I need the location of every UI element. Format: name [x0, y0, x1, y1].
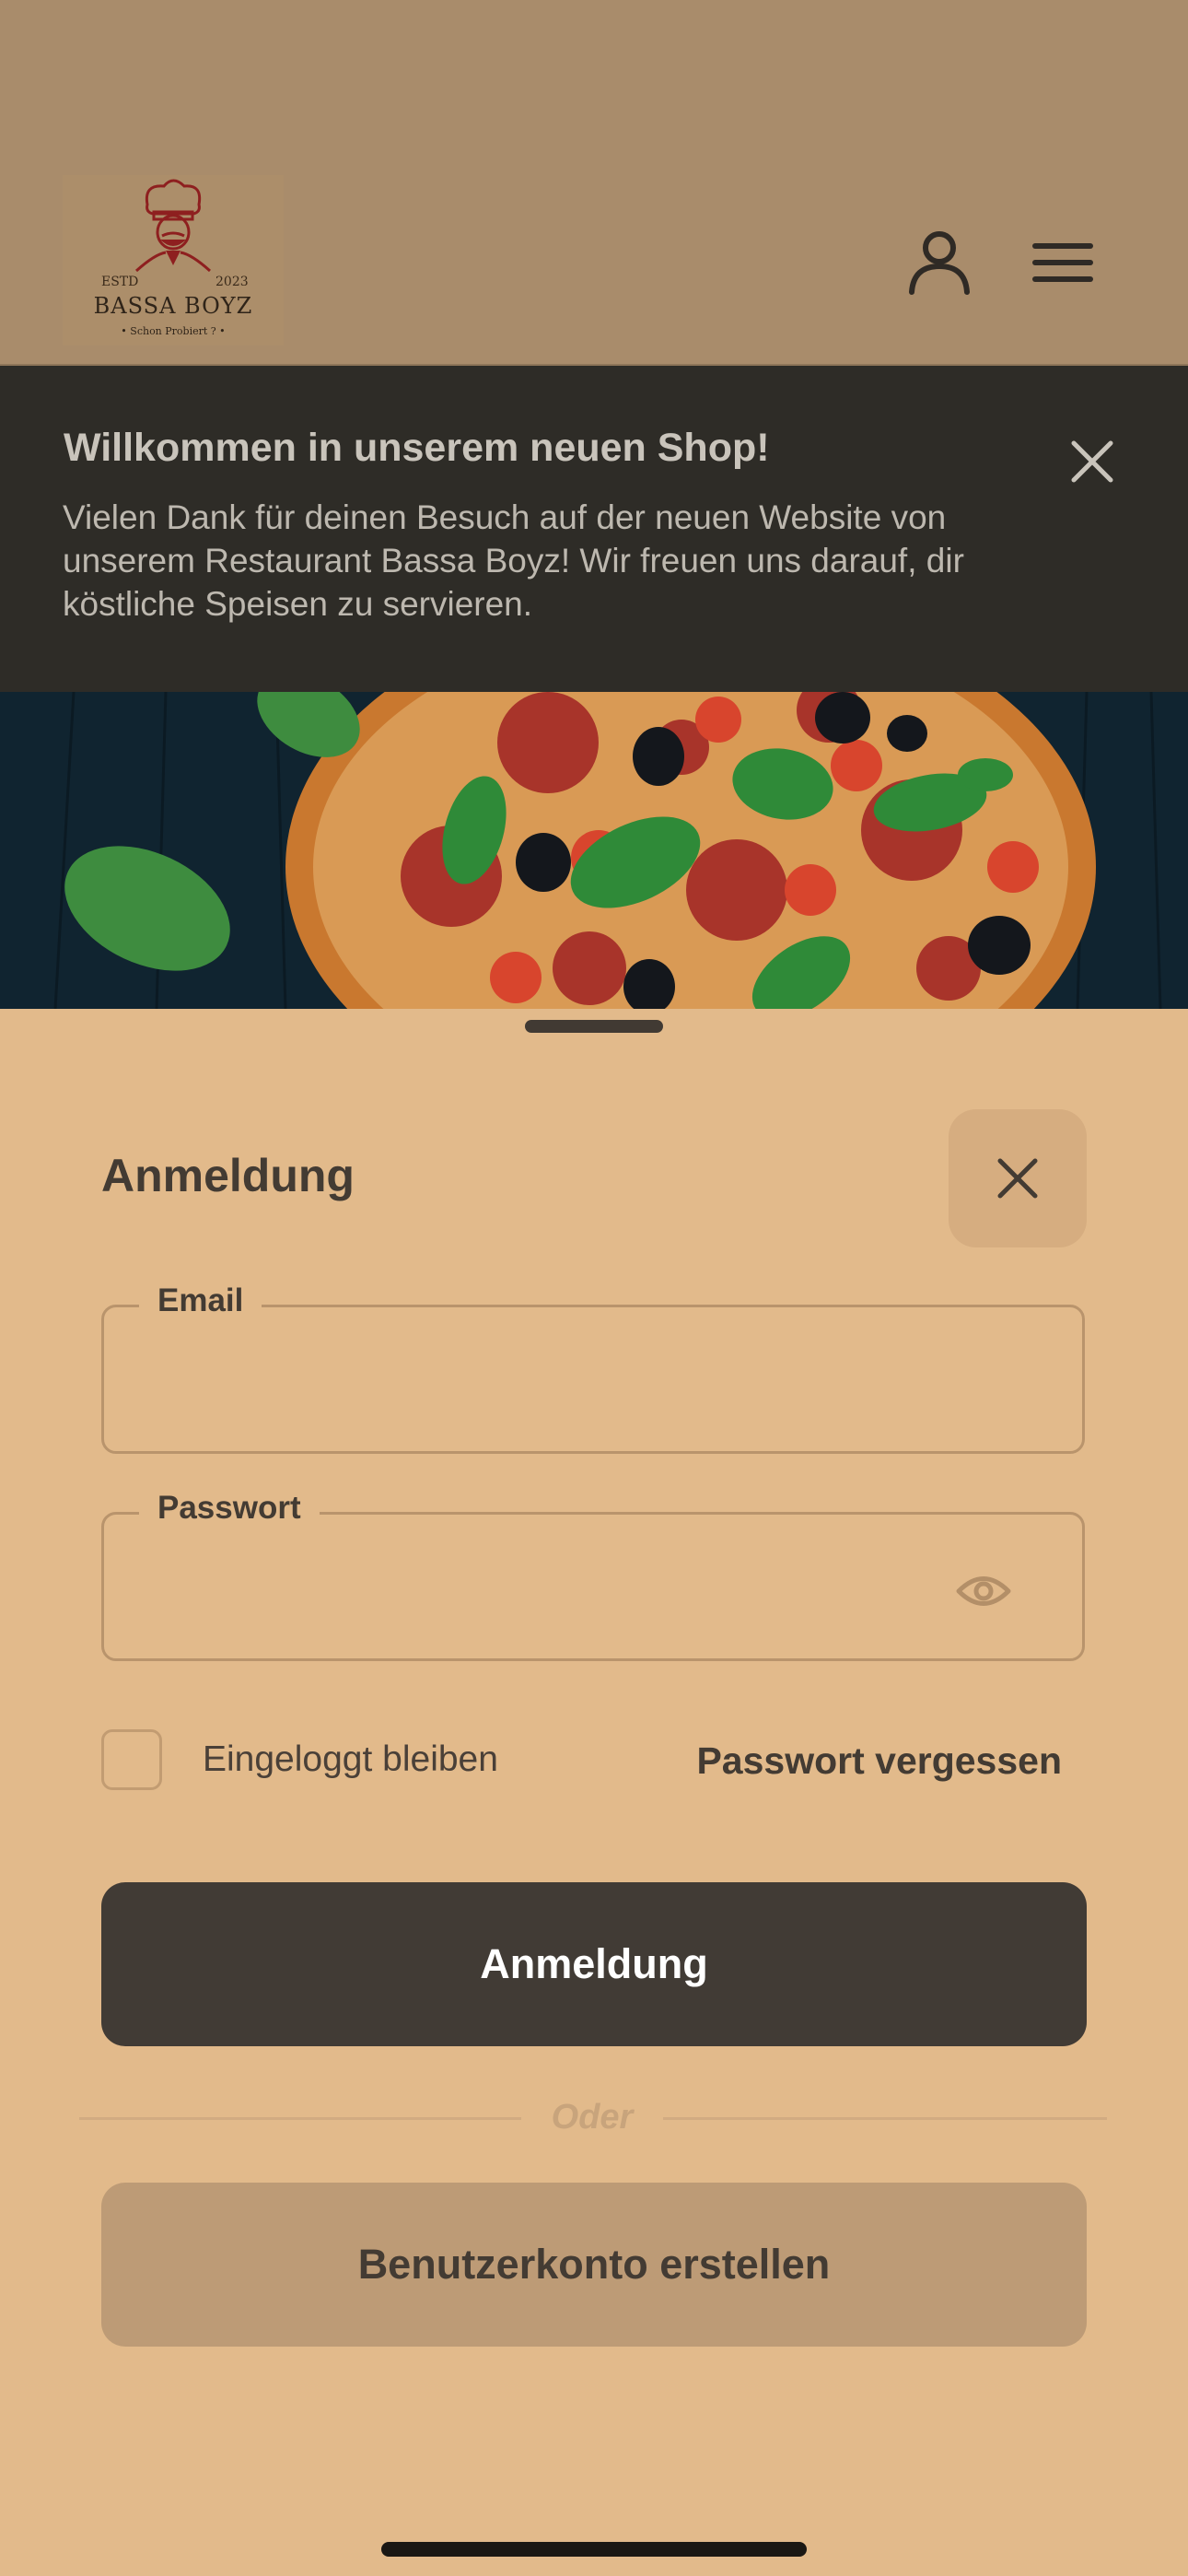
hamburger-icon[interactable]	[1030, 235, 1096, 290]
person-icon[interactable]	[903, 226, 976, 299]
logo-estd: ESTD	[101, 275, 139, 289]
create-account-button[interactable]: Benutzerkonto erstellen	[101, 2183, 1087, 2347]
email-field[interactable]: Email	[101, 1282, 1085, 1454]
site-header: ESTD 2023 BASSA BOYZ • Schon Probiert ? …	[0, 0, 1188, 366]
divider-text: Oder	[551, 2098, 634, 2137]
forgot-password-link[interactable]: Passwort vergessen	[696, 1739, 1062, 1783]
chef-logo-icon	[134, 179, 212, 273]
logo-slogan: • Schon Probiert ? •	[121, 325, 226, 337]
sheet-close-button[interactable]	[949, 1109, 1087, 1247]
login-button[interactable]: Anmeldung	[101, 1882, 1087, 2046]
close-icon[interactable]	[1068, 438, 1116, 486]
restaurant-logo[interactable]: ESTD 2023 BASSA BOYZ • Schon Probiert ? …	[63, 175, 284, 345]
email-label: Email	[139, 1282, 262, 1319]
welcome-text: Vielen Dank für deinen Besuch auf der ne…	[63, 498, 964, 623]
logo-name: BASSA BOYZ	[93, 293, 253, 319]
password-input[interactable]	[141, 1561, 955, 1636]
remember-me-label: Eingeloggt bleiben	[203, 1739, 498, 1779]
logo-year: 2023	[215, 275, 249, 289]
divider-line	[663, 2117, 1107, 2120]
close-icon	[997, 1158, 1038, 1199]
email-input[interactable]	[141, 1353, 955, 1429]
sheet-title: Anmeldung	[101, 1150, 355, 1201]
welcome-title: Willkommen in unserem neuen Shop!	[64, 426, 770, 470]
pizza-hero-image	[0, 692, 1188, 1009]
password-field[interactable]: Passwort	[101, 1490, 1085, 1661]
divider-line	[79, 2117, 521, 2120]
eye-icon[interactable]	[953, 1561, 1014, 1622]
sheet-grabber[interactable]	[525, 1020, 663, 1033]
password-label: Passwort	[139, 1490, 320, 1527]
home-indicator	[381, 2542, 807, 2557]
remember-me-checkbox[interactable]	[101, 1729, 162, 1790]
